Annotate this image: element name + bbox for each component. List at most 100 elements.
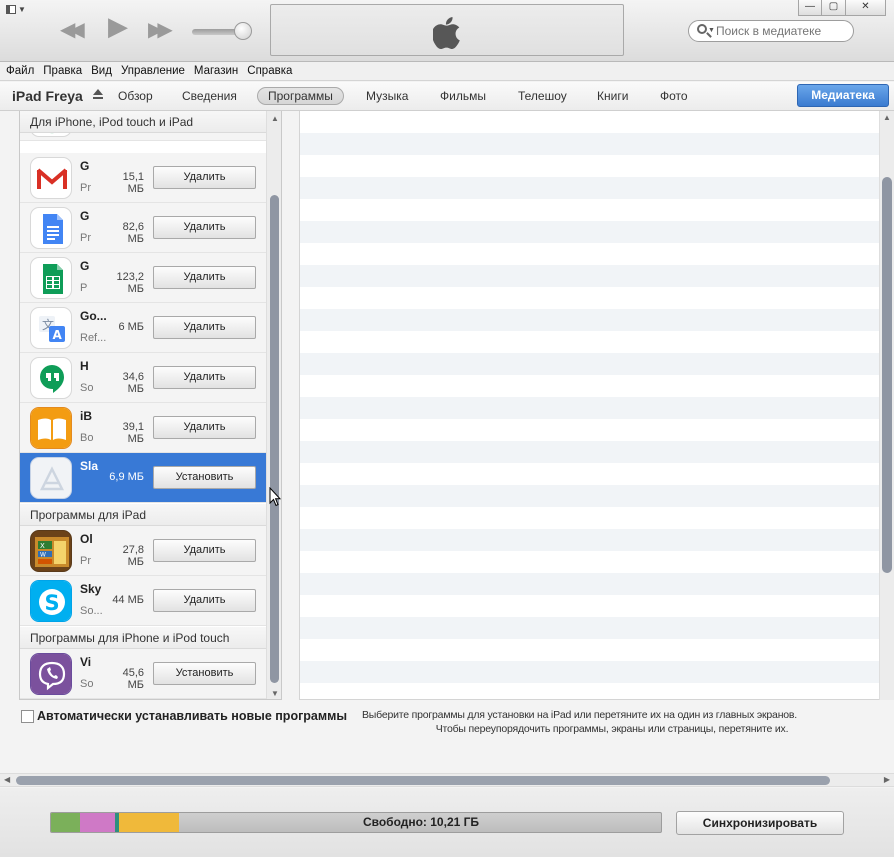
app-list: Ut Для iPhone, iPod touch и iPad G Pr 15… [19,111,282,700]
footer-bar: Свободно: 10,21 ГБ Синхронизировать [0,788,894,857]
tab-summary[interactable]: Обзор [108,87,163,105]
window-controls: — ▢ ✕ [798,0,886,16]
scroll-up-icon[interactable]: ▲ [883,113,891,122]
scroll-left-icon[interactable]: ◀ [4,775,10,784]
scroll-up-icon[interactable]: ▲ [271,114,279,123]
list-item[interactable]: XW Ol Pr 27,8 МБ Удалить [20,526,266,576]
remove-button[interactable]: Удалить [153,316,256,339]
section-header-universal: Для iPhone, iPod touch и iPad [20,111,266,133]
capacity-bar: Свободно: 10,21 ГБ [50,812,662,833]
window-menu-button[interactable]: ▼ [6,4,32,18]
app-size: 123,2 МБ [116,271,144,295]
tab-photos[interactable]: Фото [650,87,698,105]
google-translate-icon: 文A [30,307,72,349]
maximize-button[interactable]: ▢ [822,0,846,16]
app-size: 44 МБ [112,594,144,606]
app-name: iB [80,409,92,423]
search-field[interactable]: ▼ [688,20,854,42]
menu-controls[interactable]: Управление [121,62,185,80]
hint-line-1: Выберите программы для установки на iPad… [362,709,798,721]
skype-icon: S [30,580,72,622]
app-size: 6 МБ [118,321,144,333]
ibooks-icon [30,407,72,449]
list-item[interactable]: G P 123,2 МБ Удалить [20,253,266,303]
office-suite-icon: XW [30,530,72,572]
remove-button[interactable]: Удалить [153,539,256,562]
app-size: 34,6 МБ [122,371,144,395]
previous-track-button[interactable]: ◀◀ [60,20,85,40]
app-size: 15,1 МБ [122,171,144,195]
app-category: Pr [80,232,91,244]
play-button[interactable]: ▶ [108,13,128,39]
menu-view[interactable]: Вид [91,62,112,80]
remove-button[interactable]: Удалить [153,216,256,239]
list-item[interactable]: G Pr 15,1 МБ Удалить [20,153,266,203]
close-button[interactable]: ✕ [846,0,886,16]
auto-install-label[interactable]: Автоматически устанавливать новые програ… [37,709,347,723]
chevron-down-icon[interactable]: ▼ [708,27,715,34]
tab-books[interactable]: Книги [587,87,638,105]
hint-line-2: Чтобы переупорядочить программы, экраны … [435,723,789,735]
next-track-button[interactable]: ▶▶ [148,20,173,40]
svg-text:S: S [45,591,60,615]
remove-button[interactable]: Удалить [153,416,256,439]
device-name[interactable]: iPad Freya [12,88,83,104]
remove-button[interactable]: Удалить [153,589,256,612]
scrollbar-thumb[interactable] [16,776,830,785]
scrollbar-thumb[interactable] [882,177,892,573]
tab-tv-shows[interactable]: Телешоу [508,87,577,105]
minimize-button[interactable]: — [798,0,822,16]
app-category: So [80,678,94,690]
scroll-down-icon[interactable]: ▼ [271,689,279,698]
menu-file[interactable]: Файл [6,62,34,80]
app-category: Pr [80,182,91,194]
instructions-text: Выберите программы для установки на iPad… [362,708,862,736]
sync-button[interactable]: Синхронизировать [676,811,844,835]
home-screens-area[interactable] [299,111,879,700]
section-header-ipad: Программы для iPad [20,504,266,526]
menu-edit[interactable]: Правка [43,62,82,80]
list-item[interactable]: H So 34,6 МБ Удалить [20,353,266,403]
tab-info[interactable]: Сведения [172,87,247,105]
scroll-right-icon[interactable]: ▶ [884,775,890,784]
app-size: 82,6 МБ [122,221,144,245]
app-list-scrollbar[interactable]: ▲ ▼ [266,111,281,699]
eject-icon[interactable] [92,89,104,101]
app-category: So... [80,605,103,617]
list-item-selected[interactable]: Sla 6,9 МБ Установить [20,453,266,503]
home-screens-scrollbar[interactable]: ▲ [879,111,894,700]
install-button[interactable]: Установить [153,466,256,489]
tab-apps[interactable]: Программы [257,87,344,105]
list-item[interactable]: G Pr 82,6 МБ Удалить [20,203,266,253]
install-button[interactable]: Установить [153,662,256,685]
library-button[interactable]: Медиатека [797,84,889,107]
hangouts-icon [30,357,72,399]
volume-knob[interactable] [234,22,252,40]
device-nav-bar: iPad Freya Обзор Сведения Программы Музы… [0,82,894,111]
auto-install-checkbox[interactable] [21,710,34,723]
menu-help[interactable]: Справка [247,62,292,80]
scrollbar-thumb[interactable] [270,195,279,683]
remove-button[interactable]: Удалить [153,266,256,289]
horizontal-scrollbar[interactable]: ◀ ▶ [0,773,894,787]
search-input[interactable] [716,23,850,39]
list-item[interactable]: Vi So 45,6 МБ Установить [20,649,266,699]
remove-button[interactable]: Удалить [153,366,256,389]
mouse-cursor-icon [269,487,281,507]
app-category: So [80,382,94,394]
app-name: Sla [80,459,99,473]
app-size: 45,6 МБ [122,667,144,691]
list-item[interactable]: S Sky So... 44 МБ Удалить [20,576,266,626]
remove-button[interactable]: Удалить [153,166,256,189]
app-category: Ref... [80,332,107,344]
list-item[interactable]: 文A Go... Ref... 6 МБ Удалить [20,303,266,353]
viber-icon [30,653,72,695]
tab-movies[interactable]: Фильмы [430,87,496,105]
app-category: Bo [80,432,94,444]
app-name: Sky [80,582,102,596]
menu-store[interactable]: Магазин [194,62,238,80]
app-category: Pr [80,555,91,567]
tab-music[interactable]: Музыка [356,87,418,105]
app-placeholder-icon [30,457,72,499]
list-item[interactable]: iB Bo 39,1 МБ Удалить [20,403,266,453]
